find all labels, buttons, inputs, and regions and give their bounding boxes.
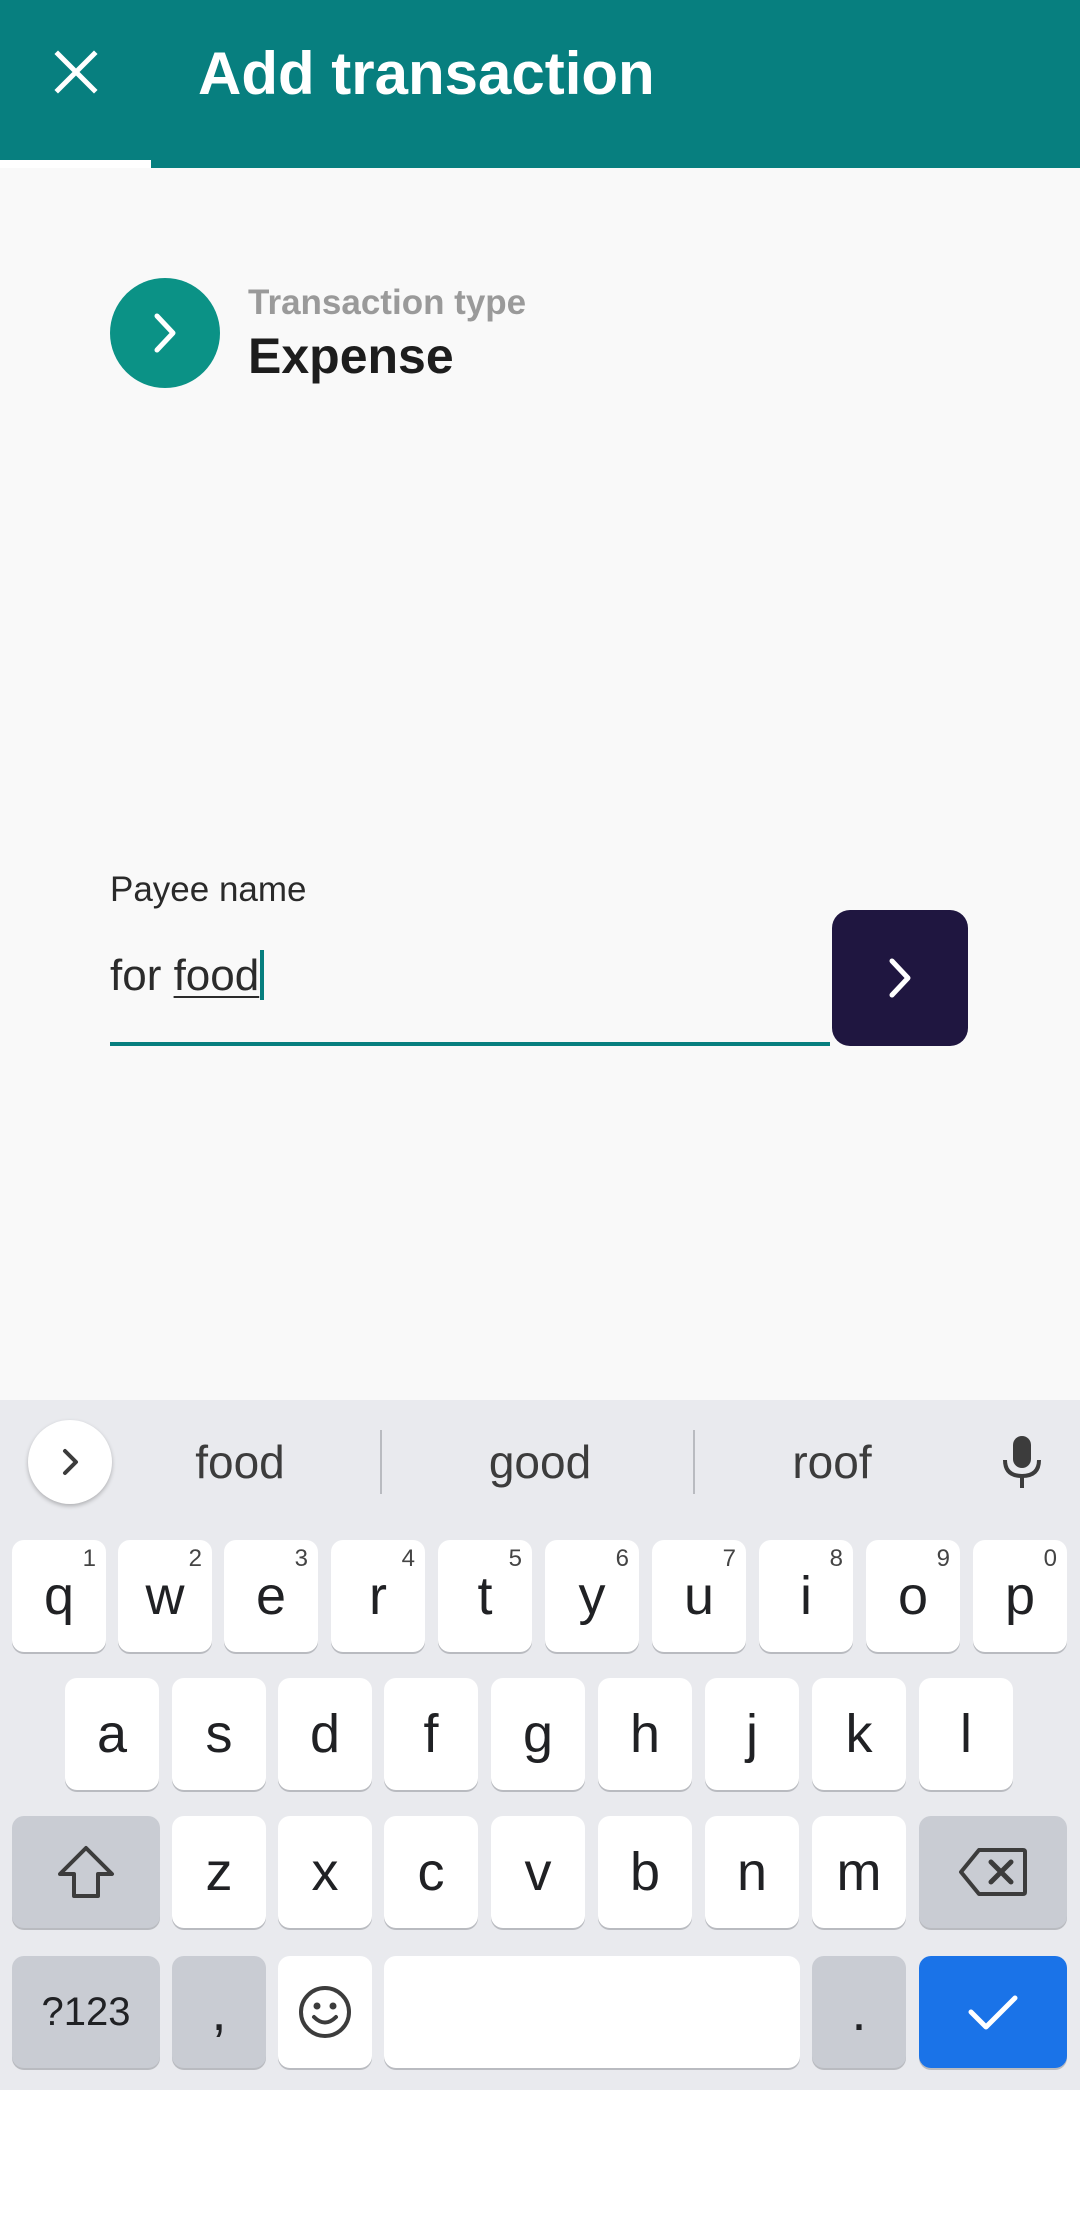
key-i[interactable]: i8 [759, 1540, 853, 1652]
payee-name-prefix: for [110, 951, 174, 1000]
payee-name-input[interactable]: for food [110, 930, 830, 1046]
key-k[interactable]: k [812, 1678, 906, 1790]
symbols-key[interactable]: ?123 [12, 1956, 160, 2068]
payee-name-value: for food [110, 948, 265, 1004]
chevron-right-icon [889, 958, 911, 998]
progress-bar [0, 160, 1080, 168]
key-hint: 0 [1043, 1545, 1057, 1572]
transaction-type-value: Expense [248, 328, 454, 384]
chevron-right-icon [154, 313, 176, 353]
key-y[interactable]: y6 [545, 1540, 639, 1652]
key-j[interactable]: j [705, 1678, 799, 1790]
mic-icon [1003, 1436, 1041, 1488]
space-key[interactable] [384, 1956, 800, 2068]
key-t[interactable]: t5 [438, 1540, 532, 1652]
backspace-key[interactable] [919, 1816, 1067, 1928]
key-n[interactable]: n [705, 1816, 799, 1928]
suggestion-divider [380, 1430, 382, 1494]
app-bar: Add transaction [0, 0, 1080, 168]
key-hint: 8 [829, 1545, 843, 1572]
key-x[interactable]: x [278, 1816, 372, 1928]
key-m[interactable]: m [812, 1816, 906, 1928]
close-icon [54, 50, 98, 94]
next-button[interactable] [832, 910, 968, 1046]
voice-input-button[interactable] [990, 1430, 1054, 1494]
key-e[interactable]: e3 [224, 1540, 318, 1652]
key-h[interactable]: h [598, 1678, 692, 1790]
key-label: r [369, 1566, 387, 1626]
payee-name-label: Payee name [110, 870, 307, 909]
key-z[interactable]: z [172, 1816, 266, 1928]
key-b[interactable]: b [598, 1816, 692, 1928]
suggestion-divider [693, 1430, 695, 1494]
emoji-key[interactable] [278, 1956, 372, 2068]
key-d[interactable]: d [278, 1678, 372, 1790]
key-l[interactable]: l [919, 1678, 1013, 1790]
text-cursor [260, 950, 265, 1001]
key-hint: 1 [82, 1545, 96, 1572]
suggestion-3[interactable]: roof [722, 1430, 942, 1494]
key-hint: 6 [615, 1545, 629, 1572]
key-label: i [800, 1566, 812, 1626]
key-w[interactable]: w2 [118, 1540, 212, 1652]
period-key[interactable]: . [812, 1956, 906, 2068]
key-f[interactable]: f [384, 1678, 478, 1790]
key-hint: 9 [936, 1545, 950, 1572]
transaction-type-selector[interactable]: Transaction type Expense [110, 278, 810, 388]
key-hint: 5 [508, 1545, 522, 1572]
key-g[interactable]: g [491, 1678, 585, 1790]
shift-key[interactable] [12, 1816, 160, 1928]
key-hint: 4 [401, 1545, 415, 1572]
payee-name-composing-word: food [173, 951, 260, 1000]
key-s[interactable]: s [172, 1678, 266, 1790]
on-screen-keyboard: food good roof q1 w2 e3 r4 t5 y6 u7 i8 o… [0, 1400, 1080, 2090]
key-v[interactable]: v [491, 1816, 585, 1928]
key-label: t [477, 1566, 493, 1626]
key-label: p [1004, 1566, 1036, 1626]
page-title: Add transaction [198, 40, 655, 107]
suggestion-1[interactable]: food [130, 1430, 350, 1494]
key-u[interactable]: u7 [652, 1540, 746, 1652]
key-label: y [578, 1566, 606, 1626]
key-a[interactable]: a [65, 1678, 159, 1790]
payee-name-underline [110, 1042, 830, 1046]
key-o[interactable]: o9 [866, 1540, 960, 1652]
key-hint: 2 [188, 1545, 202, 1572]
suggestion-2[interactable]: good [420, 1430, 660, 1494]
key-hint: 7 [722, 1545, 736, 1572]
shift-icon [58, 1846, 114, 1898]
comma-key[interactable]: , [172, 1956, 266, 2068]
backspace-icon [959, 1848, 1027, 1896]
progress-fill [0, 160, 152, 168]
key-label: e [255, 1566, 287, 1626]
chevron-right-icon [63, 1449, 78, 1475]
transaction-type-chevron [110, 278, 220, 388]
key-r[interactable]: r4 [331, 1540, 425, 1652]
navigation-area [0, 2090, 1080, 2220]
check-icon [968, 1995, 1018, 2030]
key-p[interactable]: p0 [973, 1540, 1067, 1652]
key-hint: 3 [294, 1545, 308, 1572]
enter-key[interactable] [919, 1956, 1067, 2068]
key-c[interactable]: c [384, 1816, 478, 1928]
key-label: w [145, 1566, 185, 1626]
key-label: u [683, 1566, 715, 1626]
transaction-type-label: Transaction type [248, 283, 527, 322]
key-label: q [43, 1566, 75, 1626]
key-q[interactable]: q1 [12, 1540, 106, 1652]
emoji-icon [299, 1986, 351, 2038]
suggestions-expand-button[interactable] [28, 1420, 112, 1504]
key-label: o [897, 1566, 929, 1626]
app-screen: Add transaction Transaction type Expense… [0, 0, 1080, 2220]
close-button[interactable] [40, 36, 112, 108]
